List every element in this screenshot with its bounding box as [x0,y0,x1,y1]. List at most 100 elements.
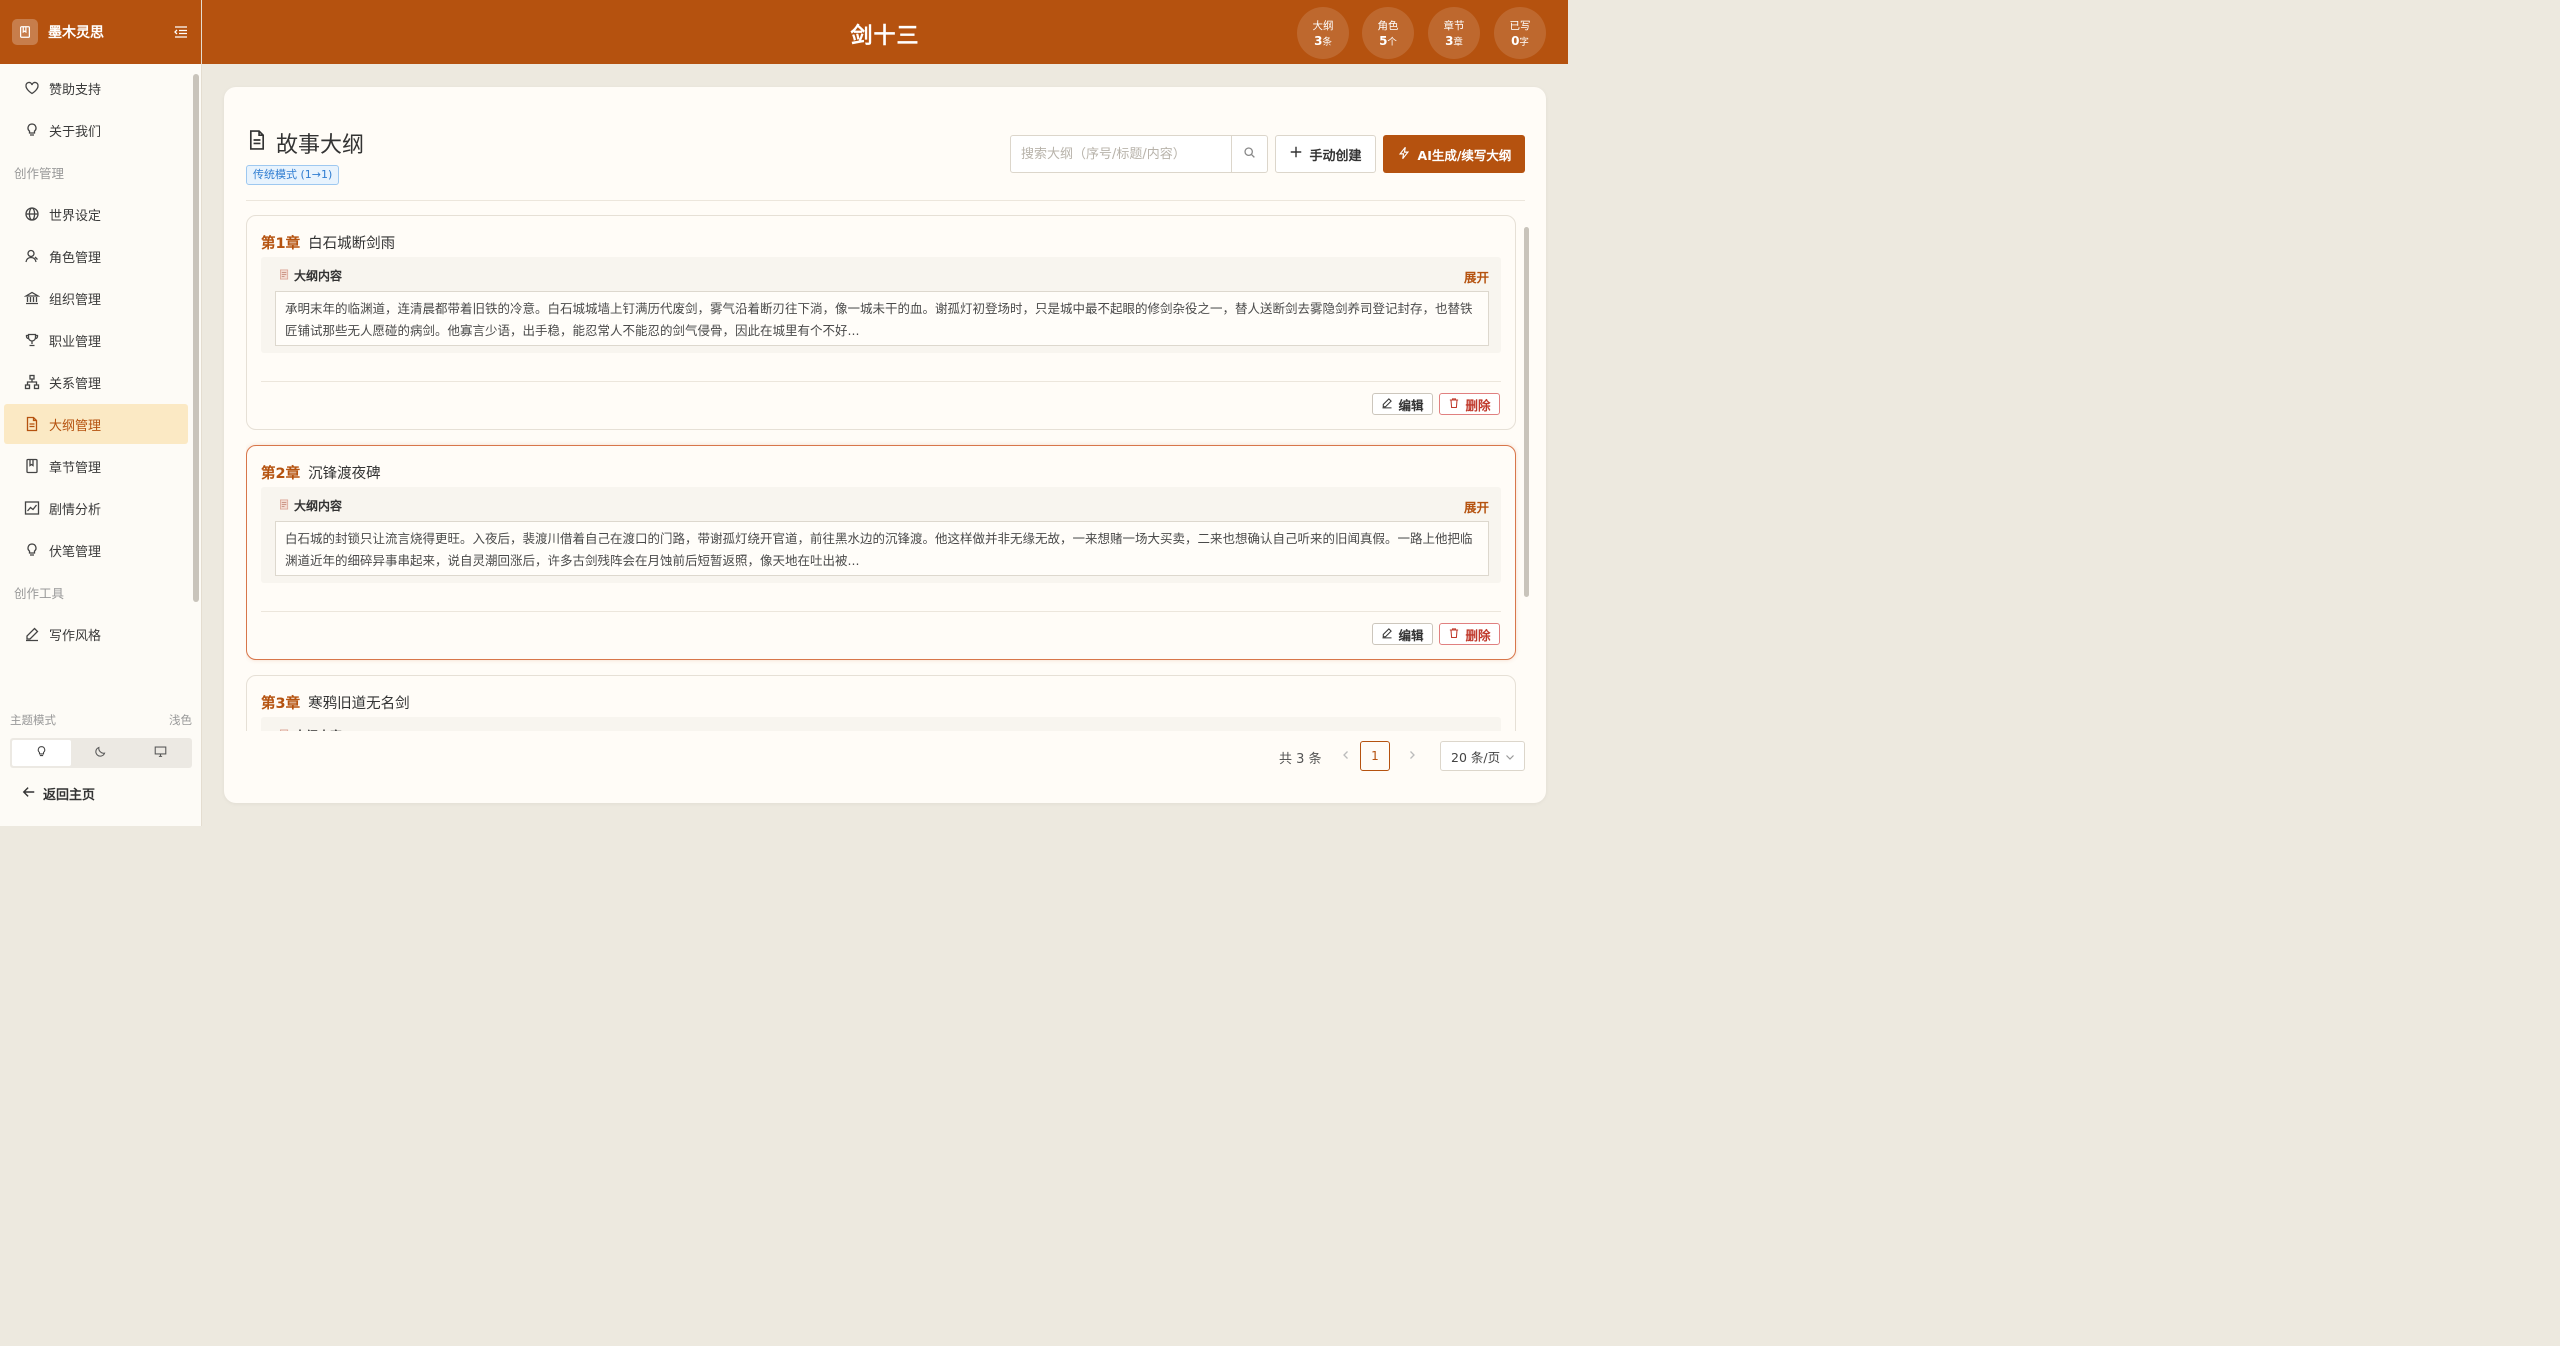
sidebar-item-sponsor[interactable]: 赞助支持 [4,68,188,108]
sidebar: 墨木灵思 赞助支持 关于我们 创作管理 世界设定 角色管理 组织管理 职业管理 [0,0,202,826]
card-title: 第1章 白石城断剑雨 [261,232,395,253]
outline-panel: 故事大纲 传统模式 (1→1) 手动创建 AI生成/续写大纲 第1章白石城断剑雨… [224,87,1546,803]
sidebar-item-label: 组织管理 [49,292,102,308]
trash-icon [1448,627,1465,642]
sidebar-item-label: 世界设定 [49,208,102,224]
sidebar-item-about[interactable]: 关于我们 [4,110,188,150]
theme-system-button[interactable] [131,740,190,766]
sidebar-item-characters[interactable]: 角色管理 [4,236,188,276]
stat-unit: 章 [1453,37,1463,48]
edit-button[interactable]: 编辑 [1372,393,1433,415]
list-scroll-thumb[interactable] [1524,227,1529,597]
stat-unit: 条 [1322,37,1332,48]
plus-icon [1289,145,1309,163]
theme-row: 主题模式 浅色 [10,712,192,728]
mode-tag: 传统模式 (1→1) [246,165,340,185]
sidebar-item-label: 伏笔管理 [49,544,102,560]
nav-group-creation: 创作管理 [14,165,65,181]
edit-label: 编辑 [1398,627,1424,643]
bulb-icon [35,745,48,762]
outline-search [1010,135,1268,173]
pagination: 共 3 条 1 20 条/页 [1274,741,1526,771]
ai-generate-button[interactable]: AI生成/续写大纲 [1383,135,1525,173]
theme-value: 浅色 [169,713,192,727]
chapter-title: 白石城断剑雨 [308,236,396,252]
memo-icon [279,269,294,283]
prev-page-button[interactable] [1334,741,1358,771]
desktop-icon [154,745,167,762]
stat-value-wrap: 0字 [1494,34,1546,48]
heart-icon [24,80,40,96]
sidebar-item-writing-style[interactable]: 写作风格 [4,614,188,654]
manual-create-label: 手动创建 [1309,148,1362,164]
stat-value-wrap: 3条 [1297,34,1349,48]
delete-label: 删除 [1465,397,1491,413]
outline-card: 第1章 白石城断剑雨 大纲内容 展开 承明末年的临渊道，连清晨都带着旧铁的冷意。白… [246,215,1516,430]
theme-dark-button[interactable] [71,740,130,766]
sidebar-scroll-thumb[interactable] [193,74,199,602]
stat-value-wrap: 5个 [1362,34,1414,48]
edit-label: 编辑 [1398,397,1424,413]
sidebar-item-analysis[interactable]: 剧情分析 [4,488,188,528]
outline-content-box: 大纲内容 展开 [261,717,1501,731]
back-home-label: 返回主页 [43,788,96,803]
chevron-right-icon [1407,749,1417,764]
page-size-select[interactable]: 20 条/页 [1440,741,1525,771]
sidebar-scrollbar[interactable] [193,66,199,698]
sidebar-item-outline[interactable]: 大纲管理 [4,404,188,444]
outline-text: 白石城的封锁只让流言烧得更旺。入夜后，裴渡川借着自己在渡口的门路，带谢孤灯绕开官… [275,521,1489,576]
chapter-number: 第3章 [261,696,301,712]
next-page-button[interactable] [1400,741,1424,771]
delete-button[interactable]: 删除 [1439,393,1500,415]
memo-icon [279,729,294,731]
sidebar-item-chapters[interactable]: 章节管理 [4,446,188,486]
sidebar-item-world[interactable]: 世界设定 [4,194,188,234]
expand-link[interactable]: 展开 [1464,497,1489,516]
search-input[interactable] [1011,136,1231,172]
card-separator [261,381,1501,382]
chapter-number: 第2章 [261,466,301,482]
sidebar-item-foreshadow[interactable]: 伏笔管理 [4,530,188,570]
back-home-link[interactable]: 返回主页 [22,784,95,803]
search-button[interactable] [1231,136,1267,172]
manual-create-button[interactable]: 手动创建 [1275,135,1376,173]
nav-group-tools: 创作工具 [14,585,65,601]
page-number-current[interactable]: 1 [1360,741,1390,771]
delete-label: 删除 [1465,627,1491,643]
sidebar-item-label: 章节管理 [49,460,102,476]
page-size-value: 20 条/页 [1451,749,1501,765]
delete-button[interactable]: 删除 [1439,623,1500,645]
sidebar-item-label: 赞助支持 [49,82,102,98]
book-logo-icon [12,19,38,45]
sidebar-item-relations[interactable]: 关系管理 [4,362,188,402]
moon-icon [94,745,107,762]
edit-icon [24,626,40,642]
trophy-icon [24,332,40,348]
arrow-left-icon [22,785,43,803]
top-header: 剑十三 大纲 3条 角色 5个 章节 3章 已写 0字 [202,0,1568,64]
book-icon [24,458,40,474]
expand-link[interactable]: 展开 [1464,267,1489,286]
expand-link[interactable]: 展开 [1464,727,1489,731]
file-text-icon [24,416,40,432]
outline-content-label: 大纲内容 [294,499,343,513]
theme-light-button[interactable] [12,740,72,766]
sidebar-item-label: 关系管理 [49,376,102,392]
sidebar-item-organizations[interactable]: 组织管理 [4,278,188,318]
trash-icon [1448,397,1465,412]
list-scrollbar[interactable] [1523,215,1530,731]
search-icon [1243,146,1256,163]
edit-button[interactable]: 编辑 [1372,623,1433,645]
brand-name: 墨木灵思 [48,25,104,41]
page-title: 故事大纲 [246,127,364,159]
edit-icon [1381,627,1398,642]
menu-fold-icon[interactable] [173,24,189,40]
bulb-icon [24,122,40,138]
outline-content-box: 大纲内容 展开 白石城的封锁只让流言烧得更旺。入夜后，裴渡川借着自己在渡口的门路… [261,487,1501,583]
theme-area: 主题模式 浅色 [0,704,202,768]
chevron-left-icon [1341,749,1351,764]
chapter-number: 第1章 [261,236,301,252]
thunderbolt-icon [1397,146,1418,163]
stat-unit: 个 [1387,37,1397,48]
sidebar-item-professions[interactable]: 职业管理 [4,320,188,360]
